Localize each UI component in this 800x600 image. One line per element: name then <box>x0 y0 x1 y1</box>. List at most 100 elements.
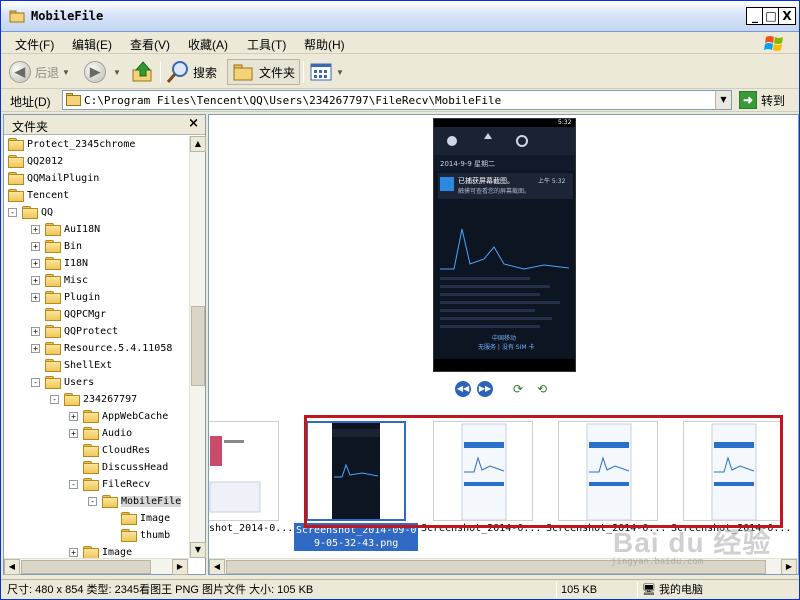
thumbnail-item[interactable] <box>558 421 658 521</box>
thumbnail-item[interactable] <box>433 421 533 521</box>
tree-item[interactable]: Protect_2345chrome <box>8 136 135 153</box>
expand-icon[interactable]: + <box>69 412 78 421</box>
scroll-down-icon[interactable]: ▼ <box>190 542 206 558</box>
address-input[interactable]: C:\Program Files\Tencent\QQ\Users\234267… <box>62 90 732 110</box>
rotate-counterclockwise-icon[interactable]: ⟲ <box>533 381 551 397</box>
menu-help[interactable]: 帮助(H) <box>304 36 345 53</box>
menu-edit[interactable]: 编辑(E) <box>72 36 112 53</box>
tree-item[interactable]: + Misc <box>31 272 88 289</box>
tree-item[interactable]: - QQ <box>8 204 53 221</box>
collapse-icon[interactable]: - <box>50 395 59 404</box>
tree-item[interactable]: QQ2012 <box>8 153 63 170</box>
expand-icon[interactable]: + <box>31 242 40 251</box>
tree-item[interactable]: thumb <box>107 527 170 544</box>
expand-icon[interactable]: + <box>31 276 40 285</box>
tree-item[interactable]: + Bin <box>31 238 82 255</box>
image-preview[interactable]: 2014-9-9 星期二 已捕获屏幕截图。 上午 5:32 触摸可查看您的屏幕截… <box>433 118 576 372</box>
tree-item[interactable]: ShellExt <box>31 357 112 374</box>
folder-icon <box>22 206 38 219</box>
tree-item[interactable]: Tencent <box>8 187 69 204</box>
scroll-right-icon[interactable]: ▶ <box>781 559 797 574</box>
views-button[interactable]: ▼ <box>309 59 344 85</box>
search-icon <box>166 61 188 83</box>
menu-favorites[interactable]: 收藏(A) <box>188 36 228 53</box>
tree-item[interactable]: QQPCMgr <box>31 306 106 323</box>
collapse-icon[interactable]: - <box>69 480 78 489</box>
folder-icon <box>8 155 24 168</box>
rotate-clockwise-icon[interactable]: ⟳ <box>509 381 527 397</box>
tree-item[interactable]: + Plugin <box>31 289 100 306</box>
tree-item[interactable]: + Resource.5.4.11058 <box>31 340 172 357</box>
preview-date: 2014-9-9 星期二 <box>440 160 495 168</box>
address-bar: 地址(D) C:\Program Files\Tencent\QQ\Users\… <box>1 89 799 112</box>
forward-button[interactable]: ▶ ▼ <box>84 59 121 85</box>
close-icon[interactable]: × <box>188 116 199 131</box>
tree-item[interactable]: DiscussHead <box>69 459 168 476</box>
tree-item[interactable]: + Image <box>69 544 132 558</box>
watermark-logo: Bai du 经验 <box>613 527 772 558</box>
tree-item[interactable]: + AuI18N <box>31 221 100 238</box>
scroll-up-icon[interactable]: ▲ <box>190 136 206 152</box>
scroll-thumb[interactable] <box>21 560 151 574</box>
tree-item[interactable]: + AppWebCache <box>69 408 168 425</box>
previous-image-icon[interactable]: ◀◀ <box>455 381 471 397</box>
preview-notif-time: 上午 5:32 <box>538 178 566 185</box>
thumbnail-item-selected[interactable] <box>306 421 406 521</box>
folder-icon <box>45 223 61 236</box>
preview-controls: ◀◀ ▶▶ ⟳ ⟲ <box>455 381 551 397</box>
horizontal-scrollbar[interactable]: ◀ ▶ <box>4 558 189 575</box>
close-button[interactable]: X <box>778 7 796 25</box>
next-image-icon[interactable]: ▶▶ <box>477 381 493 397</box>
scroll-left-icon[interactable]: ◀ <box>4 559 20 575</box>
tree-item[interactable]: - MobileFile <box>88 493 182 510</box>
search-button[interactable]: 搜索 <box>166 59 217 85</box>
expand-icon[interactable]: + <box>31 293 40 302</box>
folder-icon <box>45 325 61 338</box>
tree-item[interactable]: - Users <box>31 374 94 391</box>
collapse-icon[interactable]: - <box>8 208 17 217</box>
thumbnail-item[interactable] <box>683 421 783 521</box>
up-folder-button[interactable] <box>131 59 155 85</box>
chevron-down-icon: ▼ <box>336 67 344 77</box>
tree-item[interactable]: CloudRes <box>69 442 150 459</box>
tree-item[interactable]: + I18N <box>31 255 88 272</box>
folder-icon <box>83 461 99 474</box>
tree-item-label: CloudRes <box>102 445 151 456</box>
expand-icon[interactable]: + <box>31 225 40 234</box>
tree-item[interactable]: - FileRecv <box>69 476 150 493</box>
status-size: 105 KB <box>561 584 598 596</box>
scroll-left-icon[interactable]: ◀ <box>209 559 225 574</box>
status-separator <box>556 582 557 598</box>
menu-file[interactable]: 文件(F) <box>15 36 54 53</box>
tree-item[interactable]: QQMailPlugin <box>8 170 99 187</box>
back-button[interactable]: ◀ 后退 ▼ <box>9 59 70 85</box>
vertical-scrollbar[interactable]: ▲ ▼ <box>189 136 206 558</box>
collapse-icon[interactable]: - <box>31 378 40 387</box>
title-bar[interactable]: MobileFile _ □ X <box>1 1 799 32</box>
folder-pane-title: 文件夹 <box>12 120 49 134</box>
expand-icon[interactable]: + <box>69 429 78 438</box>
go-arrow-icon: ➜ <box>739 91 757 109</box>
tree-item[interactable]: + QQProtect <box>31 323 118 340</box>
chevron-down-icon[interactable]: ▼ <box>715 91 731 109</box>
tree-item[interactable]: + Audio <box>69 425 132 442</box>
collapse-icon[interactable]: - <box>88 497 97 506</box>
expand-icon[interactable]: + <box>31 259 40 268</box>
folder-icon <box>83 546 99 558</box>
menu-tools[interactable]: 工具(T) <box>247 36 286 53</box>
menu-view[interactable]: 查看(V) <box>130 36 170 53</box>
scroll-thumb[interactable] <box>191 306 205 386</box>
tree-item-label: QQ <box>41 207 54 218</box>
explorer-window: MobileFile _ □ X 文件(F) 编辑(E) 查看(V) 收藏(A)… <box>0 0 800 600</box>
expand-icon[interactable]: + <box>31 327 40 336</box>
go-button[interactable]: ➜ 转到 <box>739 91 785 109</box>
expand-icon[interactable]: + <box>69 548 78 557</box>
scroll-right-icon[interactable]: ▶ <box>172 559 188 575</box>
tree-item[interactable]: - 234267797 <box>50 391 137 408</box>
tree-item[interactable]: Image <box>107 510 170 527</box>
folders-button[interactable]: 文件夹 <box>227 59 301 85</box>
folder-icon <box>66 93 81 106</box>
thumbnail-item[interactable] <box>209 421 279 521</box>
watermark-url: jingyan.baidu.com <box>611 557 704 567</box>
expand-icon[interactable]: + <box>31 344 40 353</box>
